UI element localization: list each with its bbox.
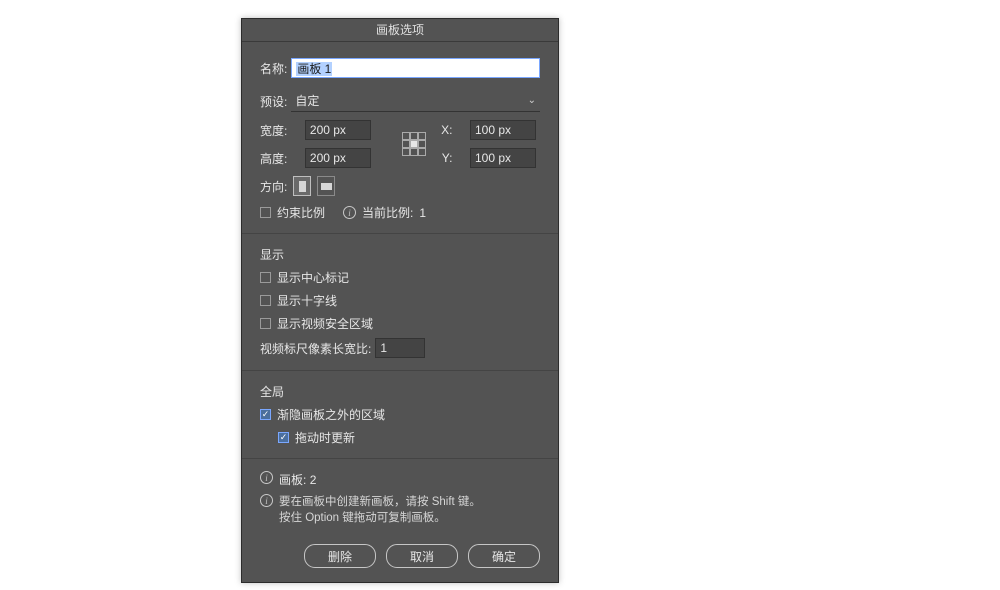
artboard-count-value: 2 — [310, 473, 317, 487]
show-crosshair-checkbox[interactable] — [260, 295, 271, 306]
artboard-count-label: 画板: — [279, 473, 306, 487]
show-center-mark-label: 显示中心标记 — [277, 269, 349, 286]
chevron-down-icon: ⌄ — [528, 95, 536, 106]
orientation-label: 方向: — [260, 178, 287, 195]
ok-button[interactable]: 确定 — [468, 544, 540, 568]
cancel-button[interactable]: 取消 — [386, 544, 458, 568]
info-icon: i — [260, 471, 273, 484]
fade-outside-label: 渐隐画板之外的区域 — [277, 406, 385, 423]
orientation-portrait-button[interactable] — [293, 176, 311, 196]
current-ratio-value: 1 — [419, 206, 426, 220]
preset-select[interactable]: 自定 ⌄ — [291, 90, 540, 112]
preset-value: 自定 — [295, 92, 319, 109]
video-par-input[interactable]: 1 — [375, 338, 425, 358]
width-label: 宽度: — [260, 122, 301, 139]
reference-point-picker[interactable] — [402, 132, 426, 156]
info-icon: i — [260, 494, 273, 507]
name-input[interactable]: 画板 1 — [291, 58, 540, 78]
show-video-safe-checkbox[interactable] — [260, 318, 271, 329]
global-section-title: 全局 — [260, 383, 540, 400]
help-text: 要在画板中创建新画板，请按 Shift 键。 按住 Option 键拖动可复制画… — [279, 494, 481, 526]
height-input[interactable]: 200 px — [305, 148, 371, 168]
name-label: 名称: — [260, 60, 287, 77]
artboard-options-dialog: 画板选项 名称: 画板 1 预设: 自定 ⌄ 宽度: 200 px — [241, 18, 559, 583]
info-icon: i — [343, 206, 356, 219]
show-crosshair-label: 显示十字线 — [277, 292, 337, 309]
x-input[interactable]: 100 px — [470, 120, 536, 140]
display-section-title: 显示 — [260, 246, 540, 263]
show-video-safe-label: 显示视频安全区域 — [277, 315, 373, 332]
height-label: 高度: — [260, 150, 301, 167]
show-center-mark-checkbox[interactable] — [260, 272, 271, 283]
y-label: Y: — [436, 151, 452, 165]
y-input[interactable]: 100 px — [470, 148, 536, 168]
orientation-landscape-button[interactable] — [317, 176, 335, 196]
constrain-proportions-checkbox[interactable] — [260, 207, 271, 218]
dialog-title: 画板选项 — [242, 19, 558, 42]
update-on-drag-checkbox[interactable] — [278, 432, 289, 443]
current-ratio-label: 当前比例: — [362, 204, 413, 221]
preset-label: 预设: — [260, 93, 287, 110]
name-value: 画板 1 — [296, 62, 332, 76]
delete-button[interactable]: 删除 — [304, 544, 376, 568]
update-on-drag-label: 拖动时更新 — [295, 429, 355, 446]
video-par-label: 视频标尺像素长宽比: — [260, 340, 371, 357]
width-input[interactable]: 200 px — [305, 120, 371, 140]
x-label: X: — [436, 123, 452, 137]
fade-outside-checkbox[interactable] — [260, 409, 271, 420]
constrain-label: 约束比例 — [277, 204, 325, 221]
